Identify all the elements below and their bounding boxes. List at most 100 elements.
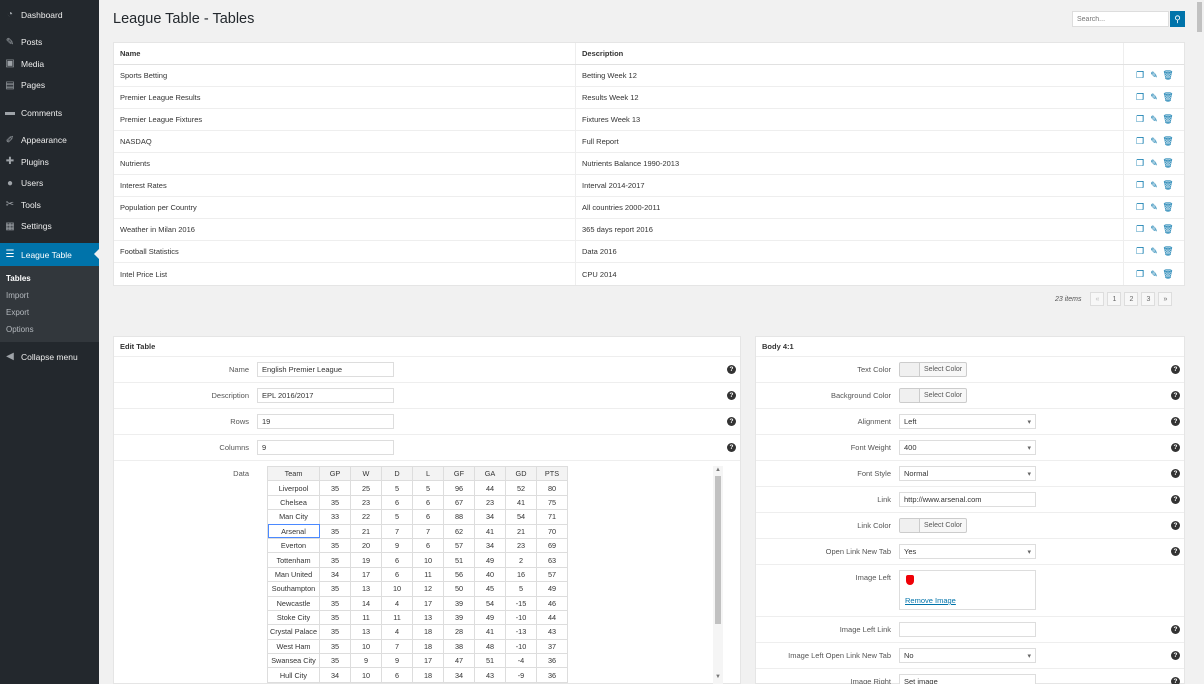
grid-cell[interactable]: 47 [443,653,475,669]
grid-cell[interactable]: 35 [319,609,351,626]
grid-cell[interactable]: 23 [474,494,506,511]
columns-input[interactable]: 9 [257,440,394,455]
help-icon[interactable]: ? [1171,547,1180,556]
grid-scroll-thumb[interactable] [715,476,721,624]
grid-cell[interactable]: 35 [319,624,351,640]
grid-cell[interactable]: 67 [443,494,475,511]
menu-item-appearance[interactable]: ✐ Appearance [0,130,99,152]
grid-cell[interactable]: 13 [412,609,444,626]
grid-cell[interactable]: 6 [381,552,413,568]
help-icon[interactable]: ? [727,443,736,452]
scroll-down-icon[interactable]: ▼ [714,674,722,682]
grid-team-cell[interactable]: Crystal Palace [267,624,320,640]
grid-cell[interactable]: 71 [536,509,568,525]
grid-cell[interactable]: 5 [505,581,537,597]
grid-cell[interactable]: 4 [381,595,413,611]
grid-cell[interactable]: 34 [319,566,351,583]
grid-cell[interactable]: 9 [381,653,413,669]
grid-cell[interactable]: 44 [474,480,506,496]
submenu-item-export[interactable]: Export [0,304,99,321]
remove-image-link[interactable]: Remove Image [905,596,956,605]
copy-icon[interactable]: ❐ [1136,224,1145,234]
grid-cell[interactable]: 6 [381,494,413,511]
search-input[interactable] [1072,11,1169,27]
help-icon[interactable]: ? [727,365,736,374]
edit-pencil-icon[interactable]: ✎ [1150,246,1159,256]
edit-pencil-icon[interactable]: ✎ [1150,202,1159,212]
grid-team-cell[interactable]: West Ham [267,638,320,655]
grid-cell[interactable]: 18 [412,624,444,640]
table-name-cell[interactable]: Intel Price List [114,263,576,285]
grid-team-cell[interactable]: Liverpool [267,480,320,496]
grid-cell[interactable]: 34 [474,537,506,554]
grid-cell[interactable]: 41 [505,494,537,511]
table-name-cell[interactable]: Premier League Fixtures [114,109,576,130]
table-row[interactable]: Intel Price List CPU 2014 ❐ ✎ 🗑 [114,263,1184,285]
grid-team-cell[interactable]: Tottenham [267,552,320,568]
grid-cell[interactable]: 6 [412,494,444,511]
grid-cell[interactable]: 21 [350,523,382,539]
grid-cell[interactable]: 70 [536,523,568,539]
help-icon[interactable]: ? [1171,365,1180,374]
edit-pencil-icon[interactable]: ✎ [1150,269,1159,279]
grid-team-cell[interactable]: Stoke City [267,609,320,626]
page-3-button[interactable]: 3 [1141,292,1156,306]
grid-cell[interactable]: 11 [412,566,444,583]
copy-icon[interactable]: ❐ [1136,269,1145,279]
grid-cell[interactable]: 20 [350,537,382,554]
image-left-open-link-new-tab-select[interactable]: No [899,648,1036,663]
menu-item-league-table[interactable]: ☰ League Table [0,243,99,266]
menu-item-tools[interactable]: ✂ Tools [0,194,99,216]
grid-team-cell[interactable]: Southampton [267,581,320,597]
grid-cell[interactable]: -10 [505,638,537,655]
grid-cell[interactable]: 49 [474,609,506,626]
grid-team-cell[interactable]: Arsenal [267,523,320,539]
table-name-cell[interactable]: Interest Rates [114,175,576,196]
grid-cell[interactable]: 17 [350,566,382,583]
grid-cell[interactable]: 75 [536,494,568,511]
edit-pencil-icon[interactable]: ✎ [1150,114,1159,124]
grid-cell[interactable]: 16 [505,566,537,583]
grid-header-gd[interactable]: GD [505,466,537,482]
grid-cell[interactable]: 5 [381,509,413,525]
font-weight-select[interactable]: 400 [899,440,1036,455]
trash-icon[interactable]: 🗑 [1162,136,1173,146]
grid-cell[interactable]: 13 [350,581,382,597]
grid-header-ga[interactable]: GA [474,466,506,482]
grid-cell[interactable]: 50 [443,581,475,597]
grid-cell[interactable]: 35 [319,653,351,669]
help-icon[interactable]: ? [1171,677,1180,684]
grid-cell[interactable]: 10 [350,638,382,655]
edit-pencil-icon[interactable]: ✎ [1150,92,1159,102]
grid-cell[interactable]: 46 [536,595,568,611]
copy-icon[interactable]: ❐ [1136,92,1145,102]
table-row[interactable]: Weather in Milan 2016 365 days report 201… [114,219,1184,241]
grid-cell[interactable]: 21 [505,523,537,539]
menu-item-dashboard[interactable]: ◔ Dashboard [0,4,99,26]
copy-icon[interactable]: ❐ [1136,180,1145,190]
grid-cell[interactable]: 14 [350,595,382,611]
grid-cell[interactable]: 44 [536,609,568,626]
grid-cell[interactable]: 38 [443,638,475,655]
copy-icon[interactable]: ❐ [1136,114,1145,124]
grid-cell[interactable]: 9 [381,537,413,554]
table-row[interactable]: Nutrients Nutrients Balance 1990-2013 ❐ ✎ 🗑 [114,153,1184,175]
grid-cell[interactable]: 6 [381,566,413,583]
menu-item-users[interactable]: ● Users [0,173,99,195]
page-scroll-thumb[interactable] [1197,2,1202,32]
background-color-picker[interactable]: Select Color [899,388,968,403]
data-grid[interactable]: Team GP W D L GF GA GD PTS Liverpool 35 25 5 5 96 44 52 8… [267,466,740,684]
table-row[interactable]: Sports Betting Betting Week 12 ❐ ✎ 🗑 [114,65,1184,87]
grid-cell[interactable]: 57 [536,566,568,583]
page-2-button[interactable]: 2 [1124,292,1139,306]
grid-cell[interactable]: 41 [474,523,506,539]
grid-cell[interactable]: 80 [536,480,568,496]
menu-item-media[interactable]: ▣ Media [0,53,99,75]
column-header-name[interactable]: Name [114,43,576,64]
grid-cell[interactable]: 4 [381,624,413,640]
help-icon[interactable]: ? [1171,417,1180,426]
grid-cell[interactable]: 23 [350,494,382,511]
trash-icon[interactable]: 🗑 [1162,70,1173,80]
grid-cell[interactable]: 13 [350,624,382,640]
grid-cell[interactable]: 35 [319,638,351,655]
